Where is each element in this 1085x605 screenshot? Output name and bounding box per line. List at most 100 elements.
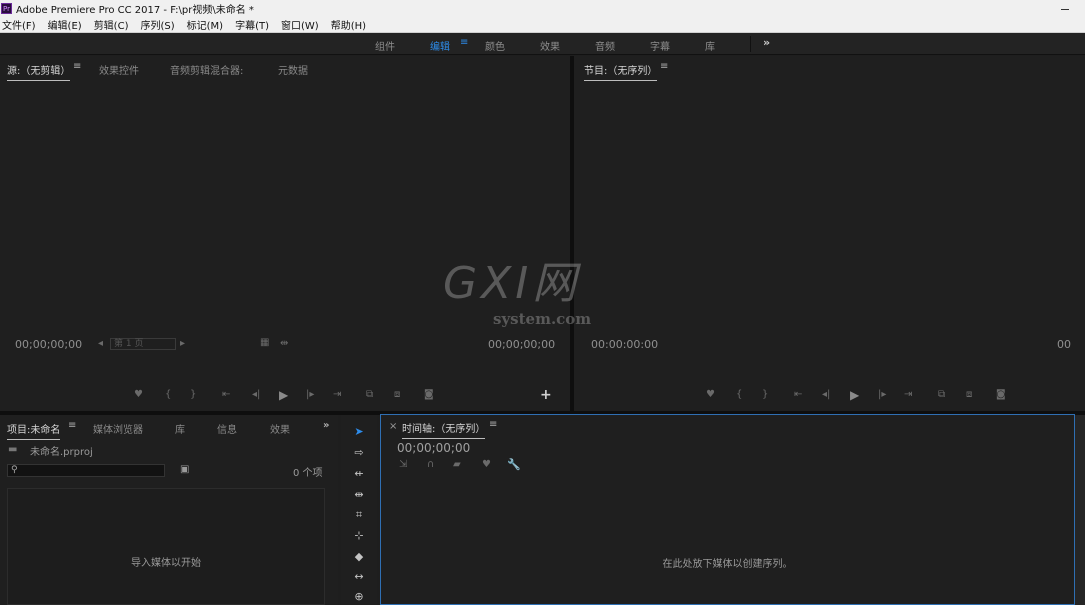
menu-clip[interactable]: 剪辑(C) — [94, 17, 129, 32]
program-play-icon[interactable]: ▶ — [850, 388, 859, 402]
program-panel-menu-icon[interactable]: ≡ — [660, 61, 668, 72]
selection-tool-icon[interactable]: ➤ — [350, 425, 368, 439]
minimize-button[interactable] — [1059, 2, 1071, 14]
project-more-icon[interactable]: » — [323, 420, 329, 431]
snap-icon[interactable]: ∩ — [427, 459, 434, 470]
menu-marker[interactable]: 标记(M) — [187, 17, 223, 32]
tab-metadata[interactable]: 元数据 — [278, 62, 308, 77]
program-mark-in-icon[interactable]: { — [736, 389, 742, 400]
overwrite-icon[interactable]: ⧈ — [394, 389, 400, 400]
workspace-tab-audio[interactable]: 音频 — [595, 38, 615, 53]
drop-media-message: 在此处放下媒体以创建序列。 — [662, 559, 793, 570]
pen-tool-icon[interactable]: ⊕ — [350, 590, 368, 604]
title-bar: Pr Adobe Premiere Pro CC 2017 - F:\pr视频\… — [0, 0, 1085, 17]
program-monitor-panel: 节目:（无序列） ≡ 00:00:00:00 00 ♥ { } ⇤ ◂| ▶ |… — [574, 56, 1085, 411]
prev-page-icon[interactable]: ◂ — [98, 338, 103, 349]
source-playhead-timecode[interactable]: 00;00;00;00 — [15, 338, 82, 351]
slip-tool-icon[interactable]: ◆ — [350, 550, 368, 564]
rate-stretch-tool-icon[interactable]: ⌗ — [350, 508, 368, 522]
workspace-tab-editing[interactable]: 编辑 — [430, 38, 450, 53]
project-panel-menu-icon[interactable]: ≡ — [68, 420, 76, 431]
mark-out-icon[interactable]: } — [190, 389, 196, 400]
timeline-panel: × 时间轴:（无序列） ≡ 00;00;00;00 ⇲ ∩ ▰ ♥ 🔧 在此处放… — [380, 414, 1075, 605]
workspace-menu-icon[interactable]: ≡ — [460, 37, 468, 48]
menu-help[interactable]: 帮助(H) — [331, 17, 366, 32]
project-item-count: 0 个项 — [293, 468, 323, 479]
project-search-input[interactable]: ⚲ — [7, 464, 165, 477]
insert-icon[interactable]: ⧉ — [366, 389, 373, 400]
nest-sequence-icon[interactable]: ⇲ — [399, 459, 407, 470]
slide-tool-icon[interactable]: ↔ — [350, 570, 368, 584]
tab-timeline[interactable]: 时间轴:（无序列） — [402, 420, 486, 439]
tab-source[interactable]: 源:（无剪辑） — [7, 62, 71, 81]
project-panel: 项目:未命名 ≡ 媒体浏览器 库 信息 效果 » ▬ 未命名.prproj ⚲ … — [0, 415, 338, 605]
workspace-tab-assembly[interactable]: 组件 — [375, 38, 395, 53]
menu-edit[interactable]: 编辑(E) — [48, 17, 82, 32]
program-playhead-timecode[interactable]: 00:00:00:00 — [591, 338, 658, 351]
new-bin-from-search-icon[interactable]: ▣ — [180, 464, 189, 475]
menu-title[interactable]: 字幕(T) — [235, 17, 269, 32]
step-back-icon[interactable]: ◂| — [252, 389, 260, 400]
tab-libraries[interactable]: 库 — [175, 421, 185, 436]
program-mark-out-icon[interactable]: } — [762, 389, 768, 400]
program-go-to-in-icon[interactable]: ⇤ — [794, 389, 802, 400]
program-add-marker-icon[interactable]: ♥ — [706, 389, 715, 400]
program-duration-timecode: 00 — [1057, 338, 1071, 351]
workspace-tab-color[interactable]: 颜色 — [485, 38, 505, 53]
timeline-panel-menu-icon[interactable]: ≡ — [489, 419, 497, 430]
tab-effects[interactable]: 效果 — [270, 421, 290, 436]
menu-sequence[interactable]: 序列(S) — [140, 17, 174, 32]
extract-icon[interactable]: ⧈ — [966, 389, 972, 400]
menu-file[interactable]: 文件(F) — [2, 17, 36, 32]
add-marker-icon[interactable]: ♥ — [134, 389, 143, 400]
timeline-close-icon[interactable]: × — [389, 421, 397, 432]
menu-window[interactable]: 窗口(W) — [281, 17, 319, 32]
program-step-back-icon[interactable]: ◂| — [822, 389, 830, 400]
tools-panel: ➤ ⇨ ⇷ ⇹ ⌗ ⊹ ◆ ↔ ⊕ — [341, 415, 377, 605]
lift-icon[interactable]: ⧉ — [938, 389, 945, 400]
button-editor-icon[interactable]: + — [540, 387, 552, 403]
rolling-edit-tool-icon[interactable]: ⇹ — [350, 488, 368, 502]
workspace-more-icon[interactable]: » — [763, 36, 770, 49]
timeline-timecode[interactable]: 00;00;00;00 — [397, 441, 470, 455]
track-select-tool-icon[interactable]: ⇨ — [350, 446, 368, 460]
drag-handle-icon[interactable]: ⇹ — [280, 338, 288, 349]
timeline-scroll-area[interactable] — [1075, 415, 1085, 605]
step-forward-icon[interactable]: |▸ — [306, 389, 314, 400]
timeline-settings-icon[interactable]: 🔧 — [507, 458, 521, 471]
fit-icon[interactable]: ▦ — [260, 337, 269, 348]
search-icon: ⚲ — [11, 465, 18, 475]
workspace-tab-titles[interactable]: 字幕 — [650, 38, 670, 53]
tab-media-browser[interactable]: 媒体浏览器 — [93, 421, 143, 436]
program-step-forward-icon[interactable]: |▸ — [878, 389, 886, 400]
export-frame-icon[interactable]: ◙ — [424, 389, 434, 400]
program-go-to-out-icon[interactable]: ⇥ — [904, 389, 912, 400]
source-panel-tabs: 源:（无剪辑） ≡ 效果控件 音频剪辑混合器: 元数据 — [0, 56, 570, 81]
program-export-frame-icon[interactable]: ◙ — [996, 389, 1006, 400]
tab-info[interactable]: 信息 — [217, 421, 237, 436]
project-panel-tabs: 项目:未命名 ≡ 媒体浏览器 库 信息 效果 » — [0, 415, 338, 440]
timeline-add-marker-icon[interactable]: ♥ — [482, 459, 491, 470]
go-to-in-icon[interactable]: ⇤ — [222, 389, 230, 400]
source-monitor-panel: 源:（无剪辑） ≡ 效果控件 音频剪辑混合器: 元数据 00;00;00;00 … — [0, 56, 570, 411]
ripple-edit-tool-icon[interactable]: ⇷ — [350, 467, 368, 481]
mark-in-icon[interactable]: { — [165, 389, 171, 400]
tab-audio-clip-mixer[interactable]: 音频剪辑混合器: — [170, 62, 243, 77]
workspace-tab-effects[interactable]: 效果 — [540, 38, 560, 53]
source-duration-timecode: 00;00;00;00 — [488, 338, 556, 351]
workspace-bar: 组件 编辑 ≡ 颜色 效果 音频 字幕 库 » — [0, 33, 1085, 55]
next-page-icon[interactable]: ▸ — [180, 338, 185, 349]
source-panel-menu-icon[interactable]: ≡ — [73, 61, 81, 72]
page-select[interactable]: 第 1 页 — [110, 338, 176, 350]
project-bin-area[interactable]: 导入媒体以开始 — [7, 488, 325, 605]
tab-effect-controls[interactable]: 效果控件 — [99, 62, 139, 77]
workspace-tab-libraries[interactable]: 库 — [705, 38, 715, 53]
tab-program[interactable]: 节目:（无序列） — [584, 62, 658, 81]
linked-selection-icon[interactable]: ▰ — [453, 459, 461, 470]
tab-project[interactable]: 项目:未命名 — [7, 421, 61, 440]
razor-tool-icon[interactable]: ⊹ — [350, 529, 368, 543]
program-panel-tabs: 节目:（无序列） ≡ — [574, 56, 1085, 81]
go-to-out-icon[interactable]: ⇥ — [333, 389, 341, 400]
play-icon[interactable]: ▶ — [279, 388, 288, 402]
window-title: Adobe Premiere Pro CC 2017 - F:\pr视频\未命名… — [16, 5, 254, 16]
